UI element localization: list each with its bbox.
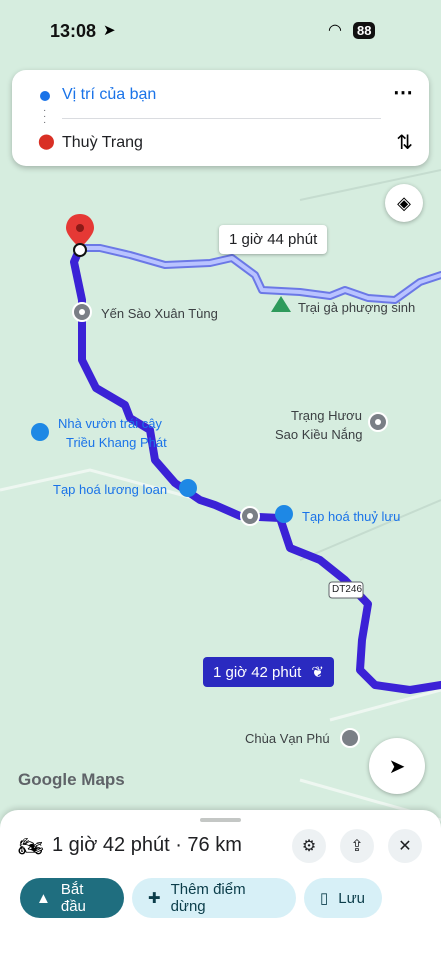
destination-pin-small-icon: ⬤ bbox=[38, 133, 55, 150]
place-label[interactable]: Tạp hoá lương loan bbox=[53, 482, 167, 497]
place-label[interactable]: Trạng Hươu bbox=[291, 408, 362, 423]
navigate-icon: ▲ bbox=[36, 889, 51, 907]
place-label[interactable]: Sao Kiều Nắng bbox=[275, 427, 362, 442]
place-marker-grey bbox=[340, 728, 360, 748]
place-label[interactable]: Yến Sào Xuân Tùng bbox=[101, 306, 218, 321]
bottom-sheet: 🏍 1 giờ 42 phút · 76 km ⚙ ⇪ ✕ ▲ Bắt đầu … bbox=[0, 810, 441, 960]
status-bar: 13:08 ➤ ◠ 88 bbox=[0, 0, 441, 62]
place-marker-blue bbox=[31, 423, 49, 441]
place-label[interactable]: Triều Khang Phát bbox=[66, 435, 167, 450]
origin-field[interactable]: Vị trí của bạn bbox=[62, 86, 156, 104]
sliders-icon: ⚙ bbox=[301, 838, 317, 855]
recenter-button[interactable]: ➤ bbox=[369, 738, 425, 794]
destination-field[interactable]: Thuỳ Trang bbox=[62, 134, 143, 152]
place-marker-blue bbox=[179, 479, 197, 497]
swap-icon[interactable]: ⇅ bbox=[396, 130, 413, 155]
place-label[interactable]: Tạp hoá thuỷ lưu bbox=[302, 509, 400, 524]
add-stop-label: Thêm điểm dừng bbox=[170, 881, 246, 915]
more-options-icon[interactable]: ⋯ bbox=[393, 80, 413, 105]
add-stop-button[interactable]: ✚ Thêm điểm dừng bbox=[132, 878, 296, 918]
layers-button[interactable]: ◈ bbox=[385, 184, 423, 222]
main-route-time-text: 1 giờ 42 phút bbox=[213, 664, 302, 681]
drag-handle[interactable] bbox=[200, 818, 241, 822]
wifi-icon: ◠ bbox=[328, 22, 342, 39]
bookmark-icon: ▯ bbox=[320, 890, 329, 907]
location-arrow-icon: ➤ bbox=[103, 22, 116, 39]
save-label: Lưu bbox=[338, 889, 365, 907]
place-marker-blue bbox=[275, 505, 293, 523]
place-label[interactable]: Nhà vườn trái cây bbox=[58, 416, 162, 431]
navigation-arrow-icon: ➤ bbox=[388, 755, 406, 778]
close-button[interactable]: ✕ bbox=[388, 829, 422, 863]
layers-icon: ◈ bbox=[397, 192, 411, 213]
route-options-button[interactable]: ⚙ bbox=[292, 829, 326, 863]
directions-card: · · · ⬤ Vị trí của bạn Thuỳ Trang ⋯ ⇅ bbox=[12, 70, 429, 166]
start-label: Bắt đầu bbox=[60, 881, 86, 915]
start-button[interactable]: ▲ Bắt đầu bbox=[20, 878, 124, 918]
divider bbox=[62, 118, 381, 119]
battery-badge: 88 bbox=[353, 22, 376, 39]
route-summary: 1 giờ 42 phút · 76 km bbox=[52, 834, 242, 856]
route-dots-icon: · · · bbox=[43, 105, 47, 128]
clock: 13:08 bbox=[50, 21, 97, 41]
place-label[interactable]: Trại gà phượng sinh bbox=[298, 300, 415, 315]
google-maps-logo: Google Maps bbox=[18, 770, 125, 789]
save-button[interactable]: ▯ Lưu bbox=[304, 878, 382, 918]
main-route-time-label[interactable]: 1 giờ 42 phút ❦ bbox=[203, 657, 334, 687]
add-pin-icon: ✚ bbox=[148, 890, 161, 907]
motorbike-icon: 🏍 bbox=[18, 836, 44, 858]
leaf-icon: ❦ bbox=[311, 664, 324, 681]
road-label: DT246 bbox=[332, 584, 363, 595]
share-icon: ⇪ bbox=[350, 838, 364, 855]
share-button[interactable]: ⇪ bbox=[340, 829, 374, 863]
close-icon: ✕ bbox=[398, 838, 412, 855]
place-label[interactable]: Chùa Vạn Phú bbox=[245, 731, 330, 746]
alt-route-time-label[interactable]: 1 giờ 44 phút bbox=[219, 225, 328, 254]
origin-dot-icon bbox=[40, 91, 50, 101]
